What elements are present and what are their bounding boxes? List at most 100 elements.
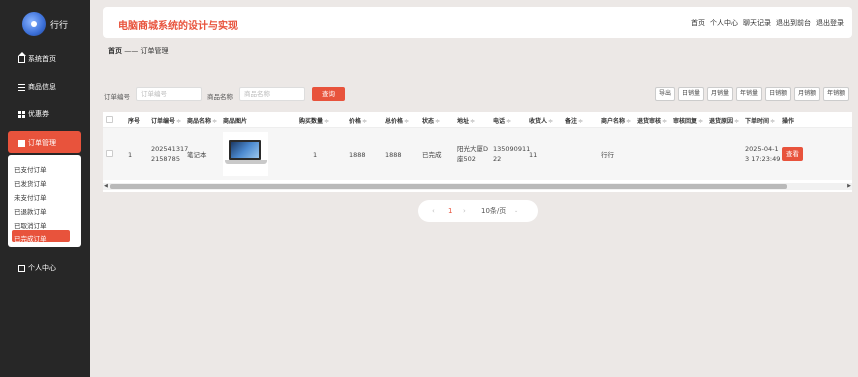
header-return-reason[interactable]: 退货原因≑ <box>709 116 739 125</box>
cell-qty: 1 <box>313 151 318 159</box>
sort-icon[interactable]: ≑ <box>362 118 367 125</box>
submenu-item-refunded[interactable]: 已退款订单 <box>14 206 47 216</box>
prev-page-icon[interactable]: ‹ <box>432 207 435 215</box>
header-phone[interactable]: 电话≑ <box>493 116 511 125</box>
home-icon <box>18 51 26 63</box>
sidebar-item-label: 优惠券 <box>28 110 49 118</box>
sort-icon[interactable]: ≑ <box>324 118 329 125</box>
current-page[interactable]: 1 <box>448 207 452 215</box>
cell-merchant: 行行 <box>601 151 614 159</box>
sidebar-item-label: 个人中心 <box>28 264 56 272</box>
header-link-chat[interactable]: 聊天记录 <box>743 18 771 28</box>
submenu-item-cancelled[interactable]: 已取消订单 <box>14 220 47 230</box>
page-size-select[interactable]: 10条/页 <box>481 206 506 216</box>
sort-icon[interactable]: ≑ <box>548 118 553 125</box>
header-address[interactable]: 地址≑ <box>457 116 475 125</box>
select-all-checkbox[interactable] <box>106 116 113 123</box>
next-page-icon[interactable]: › <box>463 207 466 215</box>
header-qty[interactable]: 购买数量≑ <box>299 116 329 125</box>
header-order-no[interactable]: 订单编号≑ <box>151 116 181 125</box>
horizontal-scrollbar[interactable]: ◀ ▶ <box>103 183 852 190</box>
header-label: 地址 <box>457 118 470 125</box>
sort-icon[interactable]: ≑ <box>698 118 703 125</box>
logo-icon <box>22 12 46 36</box>
submenu-item-completed[interactable]: 已完成订单 <box>14 233 47 243</box>
header-merchant[interactable]: 商户名称≑ <box>601 116 631 125</box>
chevron-down-icon[interactable]: ⌄ <box>514 208 518 214</box>
sort-icon[interactable]: ≑ <box>404 118 409 125</box>
sidebar-item-profile[interactable]: 个人中心 <box>18 263 56 273</box>
monthly-sales-amount-button[interactable]: 月销额 <box>794 87 821 101</box>
header-product[interactable]: 商品名称≑ <box>187 116 217 125</box>
sort-icon[interactable]: ≑ <box>506 118 511 125</box>
header-link-frontend[interactable]: 退出到前台 <box>776 18 811 28</box>
sidebar-item-coupons[interactable]: 优惠券 <box>18 109 49 119</box>
daily-sales-qty-button[interactable]: 日销量 <box>678 87 705 101</box>
header-link-profile[interactable]: 个人中心 <box>710 18 738 28</box>
header-total[interactable]: 总价格≑ <box>385 116 409 125</box>
header-receiver[interactable]: 收货人≑ <box>529 116 553 125</box>
user-icon <box>18 264 25 272</box>
sidebar-item-home[interactable]: 系统首页 <box>18 51 56 64</box>
cell-receiver: 11 <box>529 151 538 159</box>
sidebar-item-products[interactable]: 商品信息 <box>18 82 56 92</box>
header-status[interactable]: 状态≑ <box>422 116 440 125</box>
sort-icon[interactable]: ≑ <box>770 118 775 125</box>
header-price[interactable]: 价格≑ <box>349 116 367 125</box>
header-image: 商品图片 <box>223 118 248 125</box>
breadcrumb-home[interactable]: 首页 <box>108 47 122 55</box>
sidebar: 行行 系统首页 商品信息 优惠券 订单管理 已支付订单 已发货订单 未支付订单 … <box>0 0 90 377</box>
pagination: ‹ 1 › 10条/页 ⌄ <box>418 200 538 222</box>
header-remark[interactable]: 备注≑ <box>565 116 583 125</box>
cell-order-no: 202541317 <box>151 145 189 153</box>
header-return-review[interactable]: 退货审核≑ <box>637 116 667 125</box>
sort-icon[interactable]: ≑ <box>435 118 440 125</box>
cell-order-time-2: 3 17:23:49 <box>745 155 781 163</box>
yearly-sales-qty-button[interactable]: 年销量 <box>736 87 763 101</box>
sort-icon[interactable]: ≑ <box>470 118 475 125</box>
order-number-input[interactable]: 订单编号 <box>136 87 202 101</box>
view-button[interactable]: 查看 <box>782 147 803 161</box>
header-label: 下单时间 <box>745 118 770 125</box>
sidebar-item-orders-content[interactable]: 订单管理 <box>18 138 56 148</box>
submenu-item-unpaid[interactable]: 未支付订单 <box>14 192 47 202</box>
sidebar-item-label: 系统首页 <box>28 55 56 63</box>
header-link-logout[interactable]: 退出登录 <box>816 18 844 28</box>
breadcrumb-separator: —— <box>124 47 139 55</box>
sort-icon[interactable]: ≑ <box>626 118 631 125</box>
export-button[interactable]: 导出 <box>655 87 676 101</box>
scroll-right-icon[interactable]: ▶ <box>847 183 851 189</box>
row-checkbox[interactable] <box>106 150 113 157</box>
submenu-item-shipped[interactable]: 已发货订单 <box>14 178 47 188</box>
header-label: 备注 <box>565 118 578 125</box>
header-action: 操作 <box>782 118 795 125</box>
sort-icon[interactable]: ≑ <box>578 118 583 125</box>
product-name-input[interactable]: 商品名称 <box>239 87 305 101</box>
product-image[interactable] <box>223 132 268 176</box>
header-order-time[interactable]: 下单时间≑ <box>745 116 775 125</box>
search-button[interactable]: 查询 <box>312 87 345 101</box>
header-label: 退货审核 <box>637 118 662 125</box>
daily-sales-amount-button[interactable]: 日销额 <box>765 87 792 101</box>
order-number-label: 订单编号 <box>104 93 130 101</box>
table-header: 序号 订单编号≑ 商品名称≑ 商品图片 购买数量≑ 价格≑ 总价格≑ 状态≑ 地… <box>103 112 852 128</box>
monthly-sales-qty-button[interactable]: 月销量 <box>707 87 734 101</box>
scrollbar-thumb[interactable] <box>110 184 787 189</box>
sort-icon[interactable]: ≑ <box>176 118 181 125</box>
header-link-home[interactable]: 首页 <box>691 18 705 28</box>
yearly-sales-amount-button[interactable]: 年销额 <box>823 87 850 101</box>
sidebar-item-label: 订单管理 <box>28 139 56 147</box>
header-label: 收货人 <box>529 118 548 125</box>
cell-phone-2: 22 <box>493 155 502 163</box>
brand-name: 行行 <box>50 20 69 31</box>
sort-icon[interactable]: ≑ <box>662 118 667 125</box>
scroll-left-icon[interactable]: ◀ <box>104 183 108 189</box>
submenu-item-paid[interactable]: 已支付订单 <box>14 164 47 174</box>
header-review-reply[interactable]: 审核回复≑ <box>673 116 703 125</box>
sort-icon[interactable]: ≑ <box>734 118 739 125</box>
sort-icon[interactable]: ≑ <box>212 118 217 125</box>
table-row: 1 202541317 2158785 笔记本 1 1888 1888 已完成 … <box>103 128 852 180</box>
cell-status: 已完成 <box>422 151 442 159</box>
top-header: 电脑商城系统的设计与实现 首页 个人中心 聊天记录 退出到前台 退出登录 <box>103 7 852 38</box>
cell-total: 1888 <box>385 151 402 159</box>
